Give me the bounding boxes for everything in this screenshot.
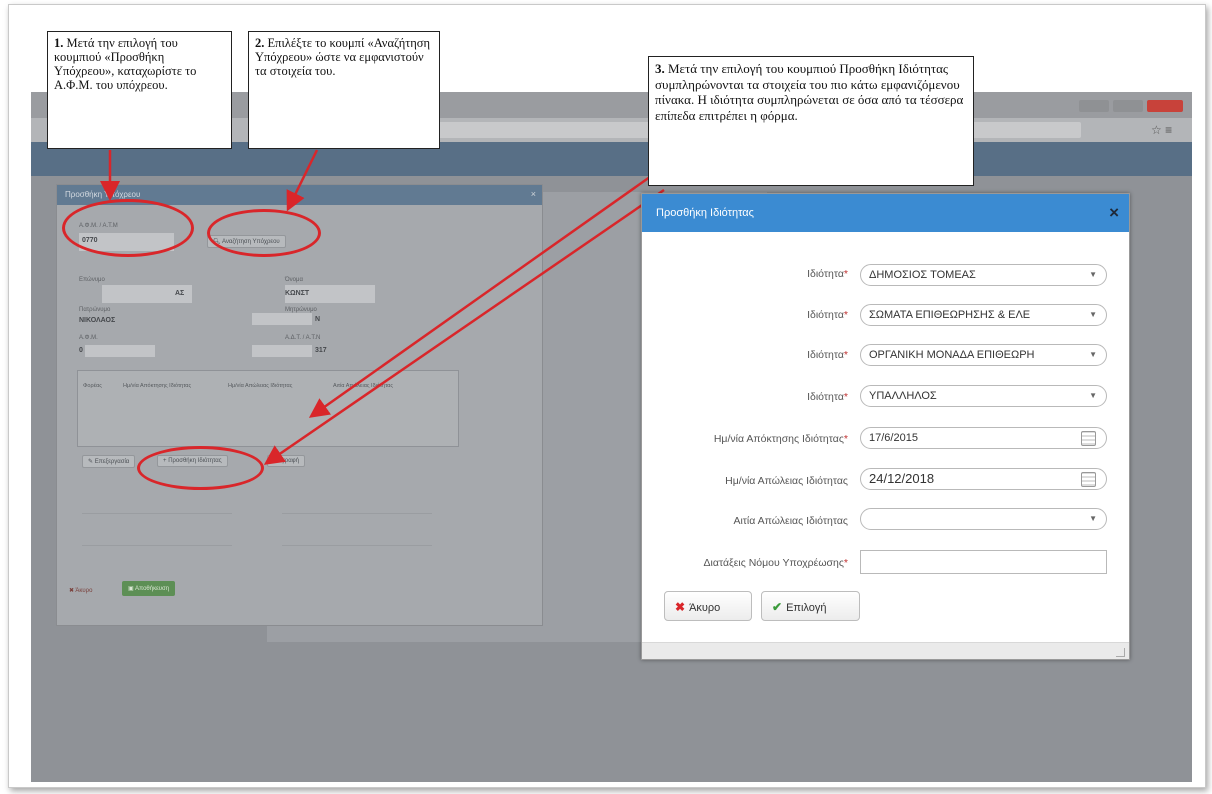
modal-footer — [642, 642, 1129, 659]
chevron-down-icon: ▼ — [1089, 350, 1097, 359]
cancel-button[interactable]: ✖ Άκυρο — [664, 591, 752, 621]
checkmark-icon: ✔ — [772, 600, 783, 614]
chevron-down-icon: ▼ — [1089, 310, 1097, 319]
arrow-3b — [263, 188, 665, 465]
loss-date-label-text: Ημ/νία Απώλειας Ιδιότητας — [725, 475, 848, 487]
chevron-down-icon: ▼ — [1089, 514, 1097, 523]
law-provisions-label-text: Διατάξεις Νόμου Υποχρέωσης — [703, 557, 844, 569]
property-level-4-select[interactable]: ΥΠΑΛΛΗΛΟΣ ▼ — [860, 385, 1107, 407]
select-button[interactable]: ✔ Επιλογή — [761, 591, 860, 621]
required-marker: * — [843, 433, 848, 445]
callout-2-number: 2. — [255, 36, 265, 50]
property-level-3-value: ΟΡΓΑΝΙΚΗ ΜΟΝΑΔΑ ΕΠΙΘΕΩΡΗ — [869, 349, 1035, 361]
property-level-2-select[interactable]: ΣΩΜΑΤΑ ΕΠΙΘΕΩΡΗΣΗΣ & ΕΛΕ ▼ — [860, 304, 1107, 326]
property-4-label: Ιδιότητα* — [807, 391, 848, 403]
callout-2-text: Επιλέξτε το κουμπί «Αναζήτηση Υπόχρεου» … — [255, 36, 431, 78]
x-icon: ✖ — [675, 600, 686, 614]
callout-1-text: Μετά την επιλογή του κουμπιού «Προσθήκη … — [54, 36, 197, 92]
property-2-label: Ιδιότητα* — [807, 309, 848, 321]
required-marker: * — [843, 349, 848, 361]
loss-reason-label: Αιτία Απώλειας Ιδιότητας — [733, 515, 848, 527]
acquisition-date-label-text: Ημ/νία Απόκτησης Ιδιότητας — [713, 433, 844, 445]
acquisition-date-label: Ημ/νία Απόκτησης Ιδιότητας* — [714, 433, 848, 445]
acquisition-date-field[interactable]: 17/6/2015 — [860, 427, 1107, 449]
property-2-label-text: Ιδιότητα — [807, 309, 844, 321]
property-3-label-text: Ιδιότητα — [807, 349, 844, 361]
property-1-label-text: Ιδιότητα — [807, 268, 844, 280]
property-level-1-select[interactable]: ΔΗΜΟΣΙΟΣ ΤΟΜΕΑΣ ▼ — [860, 264, 1107, 286]
callout-3-number: 3. — [655, 61, 665, 76]
property-4-label-text: Ιδιότητα — [807, 391, 844, 403]
calendar-icon[interactable] — [1081, 472, 1096, 487]
property-1-label: Ιδιότητα* — [807, 268, 848, 280]
callout-1-number: 1. — [54, 36, 64, 50]
calendar-icon[interactable] — [1081, 431, 1096, 446]
callout-step-2: 2. Επιλέξτε το κουμπί «Αναζήτηση Υπόχρεο… — [248, 31, 440, 149]
property-level-1-value: ΔΗΜΟΣΙΟΣ ΤΟΜΕΑΣ — [869, 269, 976, 281]
arrow-3a — [308, 165, 665, 418]
property-level-2-value: ΣΩΜΑΤΑ ΕΠΙΘΕΩΡΗΣΗΣ & ΕΛΕ — [869, 309, 1031, 321]
required-marker: * — [843, 268, 848, 280]
close-icon[interactable]: × — [1109, 203, 1119, 223]
property-level-3-select[interactable]: ΟΡΓΑΝΙΚΗ ΜΟΝΑΔΑ ΕΠΙΘΕΩΡΗ ▼ — [860, 344, 1107, 366]
add-property-modal: Προσθήκη Ιδιότητας × Ιδιότητα* ΔΗΜΟΣΙΟΣ … — [641, 193, 1130, 660]
select-button-label: Επιλογή — [786, 602, 827, 614]
required-marker: * — [843, 391, 848, 403]
callout-step-1: 1. Μετά την επιλογή του κουμπιού «Προσθή… — [47, 31, 232, 149]
loss-reason-select[interactable]: ▼ — [860, 508, 1107, 530]
property-3-label: Ιδιότητα* — [807, 349, 848, 361]
law-provisions-label: Διατάξεις Νόμου Υποχρέωσης* — [704, 557, 848, 569]
add-property-modal-title: Προσθήκη Ιδιότητας — [656, 207, 754, 219]
cancel-button-label: Άκυρο — [689, 602, 721, 614]
property-level-4-value: ΥΠΑΛΛΗΛΟΣ — [869, 390, 937, 402]
law-provisions-input[interactable] — [860, 550, 1107, 574]
loss-date-field[interactable]: 24/12/2018 — [860, 468, 1107, 490]
required-marker: * — [843, 557, 848, 569]
arrow-2 — [286, 149, 319, 212]
loss-reason-label-text: Αιτία Απώλειας Ιδιότητας — [733, 515, 848, 527]
chevron-down-icon: ▼ — [1089, 270, 1097, 279]
required-marker: * — [843, 309, 848, 321]
resize-handle-icon[interactable] — [1116, 648, 1125, 657]
loss-date-label: Ημ/νία Απώλειας Ιδιότητας — [725, 475, 848, 487]
chevron-down-icon: ▼ — [1089, 391, 1097, 400]
loss-date-value: 24/12/2018 — [869, 471, 935, 486]
callout-step-3: 3. Μετά την επιλογή του κουμπιού Προσθήκ… — [648, 56, 974, 186]
acquisition-date-value: 17/6/2015 — [869, 432, 918, 444]
callout-3-text: Μετά την επιλογή του κουμπιού Προσθήκη Ι… — [655, 61, 964, 123]
